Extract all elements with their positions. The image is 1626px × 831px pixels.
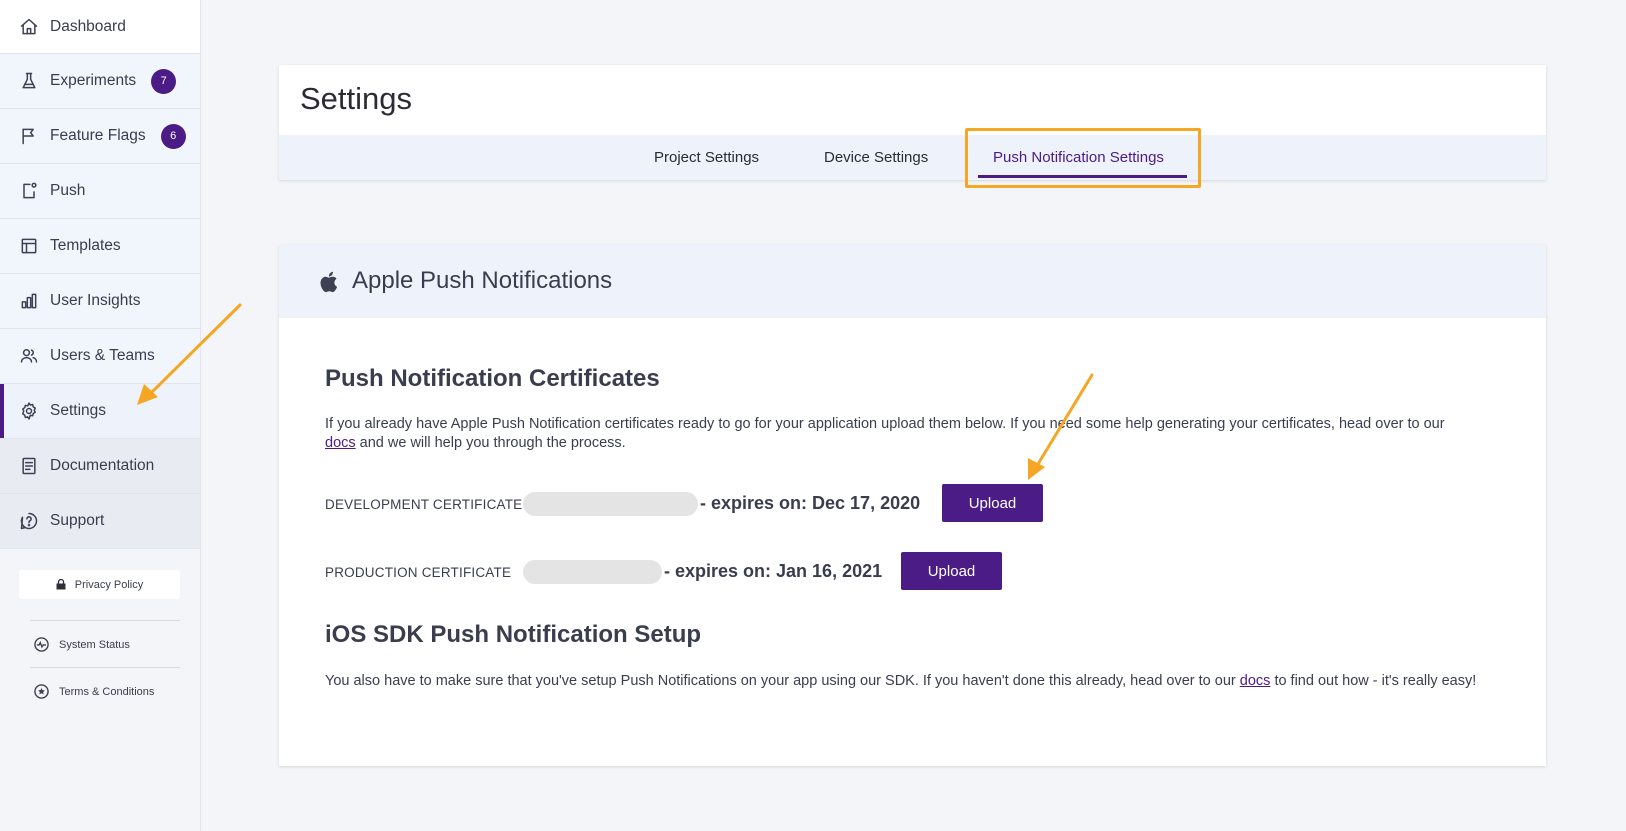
apple-push-title: Apple Push Notifications <box>352 267 613 294</box>
users-icon <box>18 345 40 367</box>
certificates-description: If you already have Apple Push Notificat… <box>325 415 1475 453</box>
production-expiry: - expires on: Jan 16, 2021 <box>664 561 883 581</box>
divider <box>30 667 180 668</box>
docs-link[interactable]: docs <box>1240 673 1271 689</box>
document-icon <box>18 455 40 477</box>
system-status-label: System Status <box>59 638 130 651</box>
sidebar-item-feature-flags[interactable]: Feature Flags 6 <box>0 109 200 164</box>
sdk-text-end: to find out how - it's really easy! <box>1274 673 1477 689</box>
pulse-icon <box>34 637 49 652</box>
count-badge: 7 <box>151 68 177 94</box>
template-icon <box>18 235 40 257</box>
redacted-filename <box>523 560 662 584</box>
sidebar-item-label: User Insights <box>50 292 141 309</box>
upload-production-button[interactable]: Upload <box>901 552 1002 590</box>
sidebar-item-settings[interactable]: Settings <box>0 384 200 439</box>
sidebar-item-push[interactable]: Push <box>0 164 200 219</box>
sdk-setup-title: iOS SDK Push Notification Setup <box>325 621 702 648</box>
sidebar-item-label: Support <box>50 512 105 529</box>
sidebar-item-documentation[interactable]: Documentation <box>0 439 200 494</box>
sidebar-item-label: Documentation <box>50 457 155 474</box>
page-title: Settings <box>300 81 413 116</box>
tab-project-settings[interactable]: Project Settings <box>654 149 759 166</box>
gear-icon <box>18 400 40 422</box>
sidebar-item-user-insights[interactable]: User Insights <box>0 274 200 329</box>
sidebar-item-label: Feature Flags <box>50 127 146 144</box>
tab-device-settings[interactable]: Device Settings <box>824 149 928 166</box>
settings-header-card: Settings Project Settings Device Setting… <box>279 65 1546 180</box>
upload-development-button[interactable]: Upload <box>942 484 1043 522</box>
sidebar-item-label: Experiments <box>50 72 137 89</box>
settings-tabs: Project Settings Device Settings Push No… <box>279 135 1546 180</box>
system-status-link[interactable]: System Status <box>34 637 130 652</box>
sdk-text: You also have to make sure that you've s… <box>325 673 1236 689</box>
sidebar-item-label: Users & Teams <box>50 347 155 364</box>
certificates-title: Push Notification Certificates <box>325 365 660 392</box>
sdk-setup-description: You also have to make sure that you've s… <box>325 672 1525 691</box>
count-badge: 6 <box>160 123 186 149</box>
production-certificate-label: PRODUCTION CERTIFICATE <box>325 565 512 580</box>
apple-push-header: Apple Push Notifications <box>279 245 1546 318</box>
star-circle-icon <box>34 684 49 699</box>
push-icon <box>18 180 40 202</box>
home-icon <box>18 16 40 38</box>
sidebar-item-dashboard[interactable]: Dashboard <box>0 0 200 54</box>
development-expiry: - expires on: Dec 17, 2020 <box>700 493 921 513</box>
docs-link[interactable]: docs <box>325 435 356 451</box>
sidebar-item-label: Templates <box>50 237 121 254</box>
sidebar-item-support[interactable]: Support <box>0 494 200 549</box>
sidebar-item-users-teams[interactable]: Users & Teams <box>0 329 200 384</box>
tab-push-notification-settings[interactable]: Push Notification Settings <box>993 149 1164 166</box>
privacy-policy-button[interactable]: Privacy Policy <box>19 570 180 599</box>
certificates-text: If you already have Apple Push Notificat… <box>325 416 1445 432</box>
apple-push-card: Apple Push Notifications Push Notificati… <box>279 245 1546 766</box>
sidebar-item-label: Dashboard <box>50 17 126 35</box>
sidebar-item-label: Settings <box>50 402 107 419</box>
sidebar-item-templates[interactable]: Templates <box>0 219 200 274</box>
bar-chart-icon <box>18 290 40 312</box>
flag-icon <box>18 125 40 147</box>
terms-label: Terms & Conditions <box>59 685 155 698</box>
help-icon <box>18 510 40 532</box>
active-tab-indicator <box>978 175 1187 178</box>
lock-icon <box>56 579 66 590</box>
apple-icon <box>320 271 338 293</box>
privacy-policy-label: Privacy Policy <box>74 578 144 591</box>
redacted-filename <box>523 492 698 516</box>
sidebar-item-experiments[interactable]: Experiments 7 <box>0 54 200 109</box>
sidebar-item-label: Push <box>50 182 86 199</box>
flask-icon <box>18 70 40 92</box>
certificates-text-end: and we will help you through the process… <box>359 435 626 451</box>
sidebar: Dashboard Experiments 7 Feature Flags 6 … <box>0 0 201 831</box>
terms-link[interactable]: Terms & Conditions <box>34 684 154 699</box>
divider <box>30 620 180 621</box>
development-certificate-label: DEVELOPMENT CERTIFICATE <box>325 497 523 512</box>
